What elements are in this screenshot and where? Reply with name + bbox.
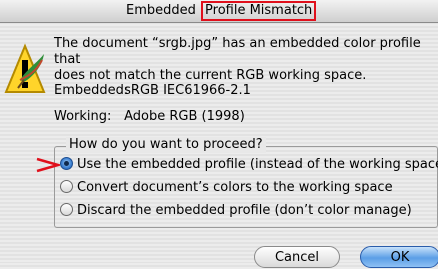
option-convert[interactable]: Convert document’s colors to the working… <box>60 180 393 196</box>
option-use-embedded[interactable]: Use the embedded profile (instead of the… <box>60 157 438 173</box>
option-label: Discard the embedded profile (don’t colo… <box>77 203 412 218</box>
option-label: Convert document’s colors to the working… <box>77 180 393 195</box>
embedded-label: Embedded: <box>54 83 129 98</box>
message: The document “srgb.jpg” has an embedded … <box>54 36 438 84</box>
option-discard[interactable]: Discard the embedded profile (don’t colo… <box>60 203 412 219</box>
embedded-value: sRGB IEC61966-2.1 <box>124 83 251 98</box>
window-title: Embedded Profile Mismatch <box>126 0 317 22</box>
working-label: Working: <box>54 109 112 124</box>
cancel-button[interactable]: Cancel <box>254 246 340 268</box>
proceed-question: How do you want to proceed? <box>66 137 266 153</box>
red-arrow-icon <box>36 157 60 173</box>
title-text: Embedded <box>126 3 196 18</box>
radio-icon[interactable] <box>60 180 73 193</box>
title-highlight: Profile Mismatch <box>201 1 317 21</box>
message-line-1: The document “srgb.jpg” has an embedded … <box>54 36 421 67</box>
radio-selected-icon[interactable] <box>60 157 73 170</box>
message-line-2: does not match the current RGB working s… <box>54 68 367 83</box>
working-value: Adobe RGB (1998) <box>124 109 245 124</box>
embedded-row: Embedded: sRGB IEC61966-2.1 <box>54 83 251 98</box>
warning-triangle-icon <box>4 43 46 93</box>
ok-button[interactable]: OK <box>360 246 438 268</box>
working-row: Working: Adobe RGB (1998) <box>54 109 245 124</box>
title-bar: Embedded Profile Mismatch <box>0 0 438 23</box>
radio-icon[interactable] <box>60 203 73 216</box>
option-label: Use the embedded profile (instead of the… <box>77 157 438 172</box>
